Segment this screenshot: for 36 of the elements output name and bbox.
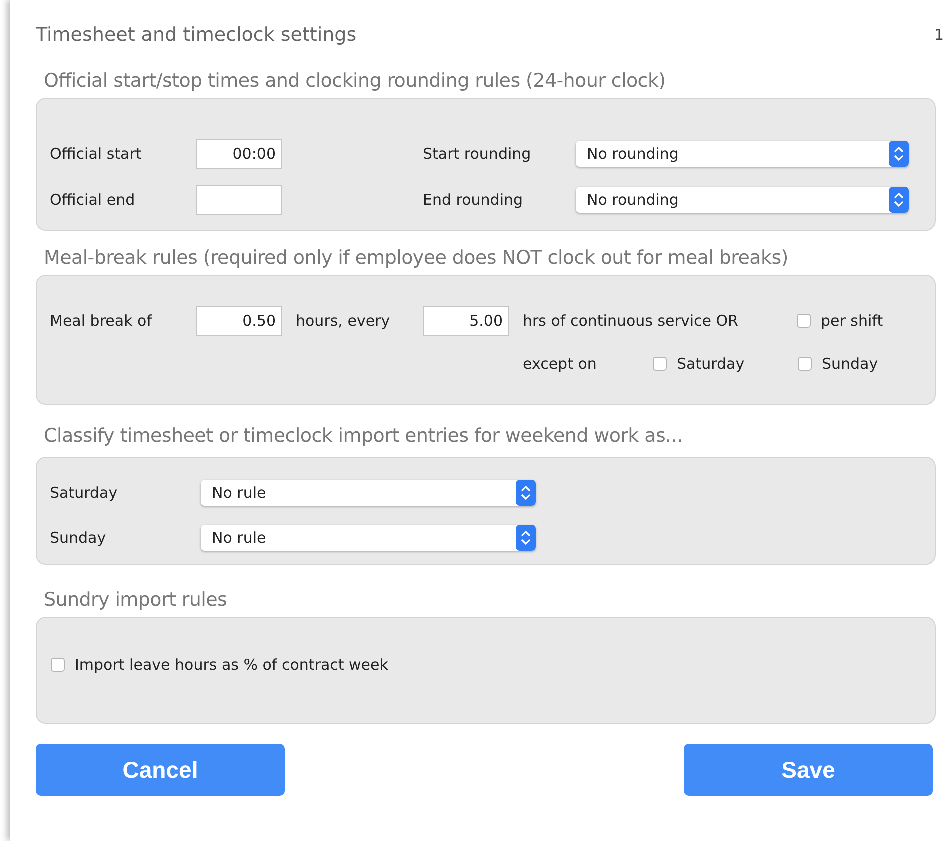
rounding-dropdown[interactable]: No rounding [576,141,909,167]
field-label: Sunday [50,528,108,546]
checkbox[interactable] [797,314,811,328]
time-field[interactable] [196,185,282,215]
field-label: Meal break of [50,312,154,330]
checkbox[interactable] [798,357,812,371]
stepper-icon [889,141,909,167]
checkbox-label: per shift [821,312,884,330]
rule-dropdown[interactable]: No rule [201,524,536,550]
field-label: Official start [50,145,143,163]
section-heading: Sundry import rules [43,589,228,611]
section-heading: Meal-break rules (required only if employee does NOT clock out for meal breaks) [43,247,790,269]
field-label: Official end [50,191,136,209]
field-label: Start rounding [423,145,532,163]
checkbox[interactable] [51,658,65,672]
field-label: except on [523,355,598,373]
stepper-icon [516,524,536,550]
field-label: hours, every [296,312,392,330]
time-field[interactable]: 00:00 [196,139,282,169]
checkbox[interactable] [653,357,667,371]
checkbox-label: Saturday [677,355,745,373]
hours-field[interactable]: 0.50 [196,306,282,336]
stepper-icon [889,187,909,213]
rule-dropdown[interactable]: No rule [201,480,536,506]
field-label: End rounding [423,191,524,209]
page-number: 1 [934,26,944,44]
section-heading: Official start/stop times and clocking rounding rules (24-hour clock) [43,70,667,92]
checkbox-label: Import leave hours as % of contract week [75,656,388,674]
rounding-dropdown[interactable]: No rounding [576,187,909,213]
window-title: Timesheet and timeclock settings [36,24,357,46]
field-label: hrs of continuous service OR [523,312,740,330]
checkbox-label: Sunday [822,355,878,373]
field-label: Saturday [50,484,119,502]
stepper-icon [516,480,536,506]
section-heading: Classify timesheet or timeclock import entries for weekend work as... [43,425,684,447]
hours-field[interactable]: 5.00 [423,306,509,336]
